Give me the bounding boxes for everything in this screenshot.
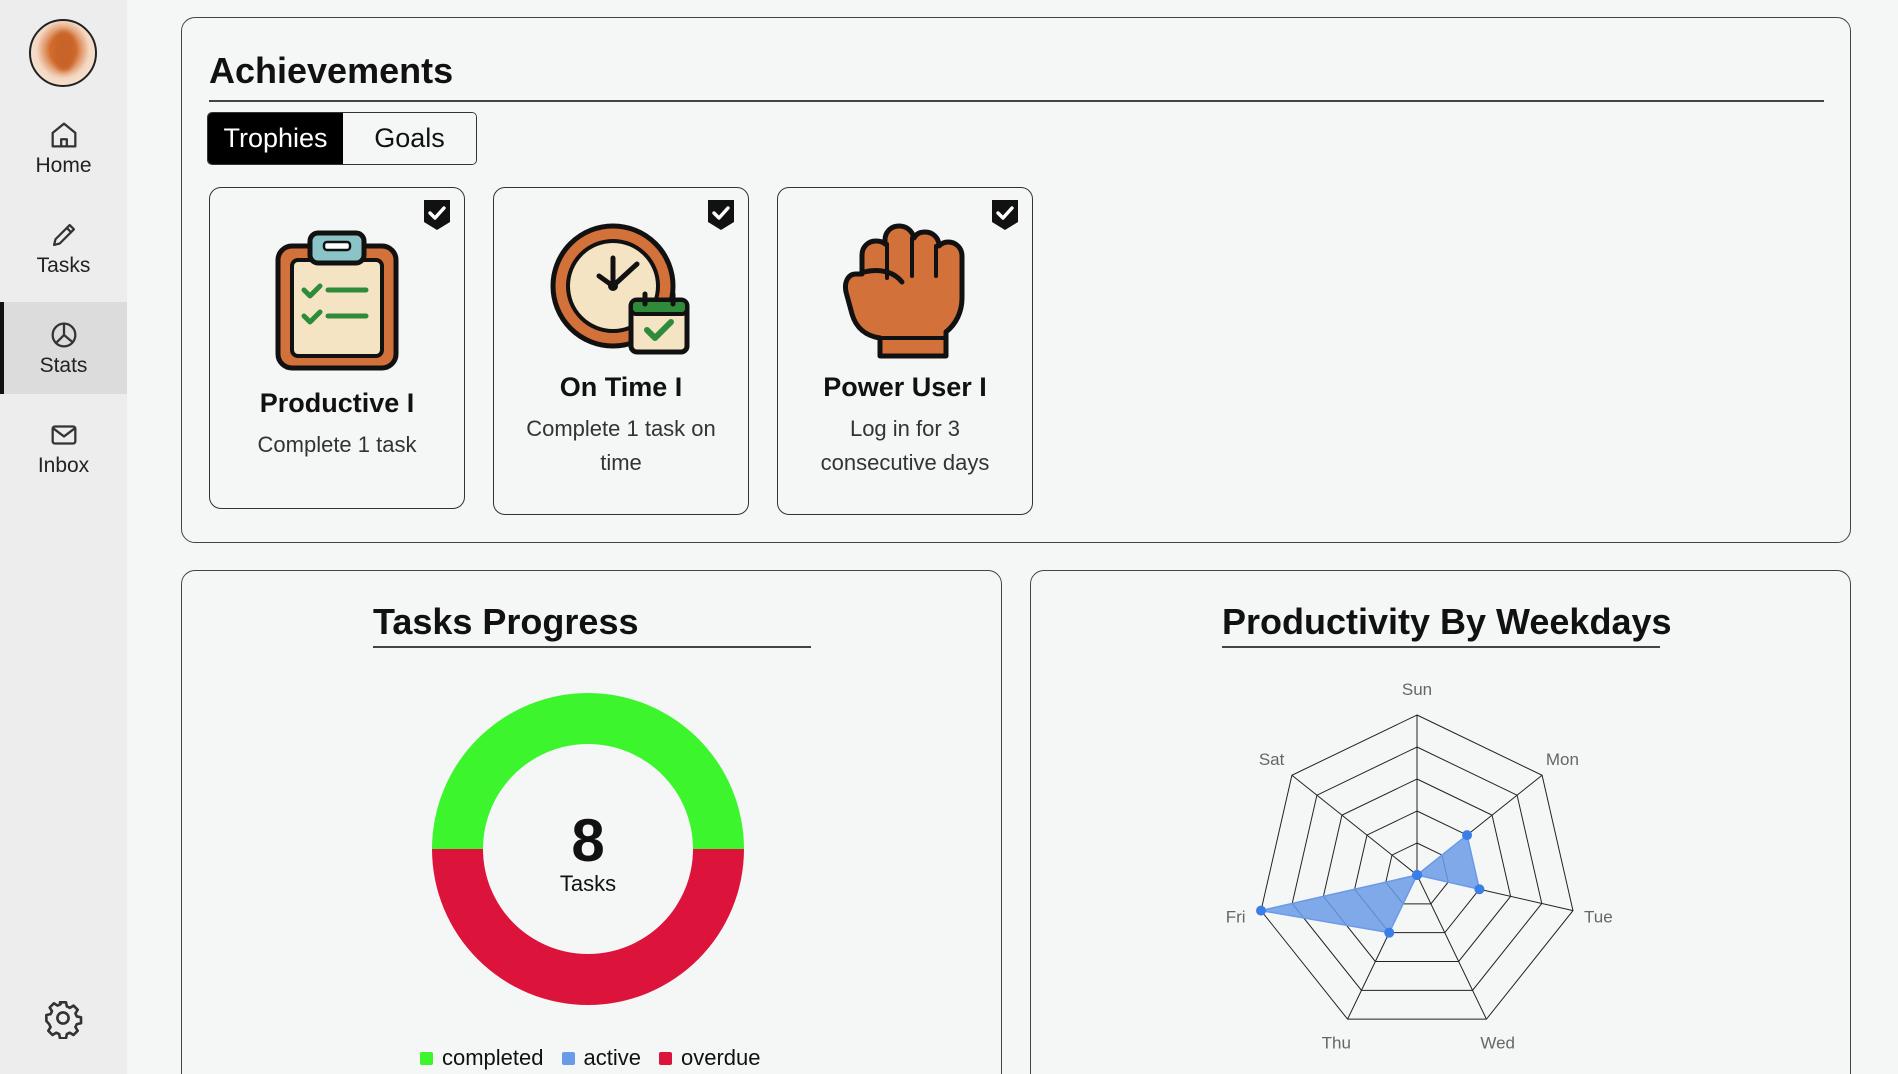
legend-item-overdue[interactable]: overdue — [659, 1045, 761, 1071]
trophy-card-power-user[interactable]: Power User I Log in for 3 consecutive da… — [777, 187, 1033, 515]
radar-point-tue[interactable] — [1474, 884, 1485, 895]
legend-item-completed[interactable]: completed — [420, 1045, 544, 1071]
productivity-radar-chart: Sun Mon Tue Wed Thu Fri Sat — [1226, 680, 1613, 1053]
avatar[interactable] — [29, 19, 97, 87]
legend-swatch — [420, 1051, 433, 1065]
achievements-title: Achievements — [209, 50, 454, 91]
chart-legend: completed active overdue — [420, 1045, 761, 1071]
card-title: On Time I — [559, 372, 683, 402]
radar-point-mon[interactable] — [1462, 830, 1473, 841]
card-description: Complete 1 task — [257, 432, 417, 457]
card-description: Complete 1 task on time — [526, 416, 716, 475]
divider — [209, 100, 1824, 102]
tasks-total: 8 — [571, 807, 605, 874]
productivity-title: Productivity By Weekdays — [1222, 601, 1672, 642]
pie-chart-icon — [51, 322, 76, 348]
home-icon — [51, 122, 76, 148]
sidebar-item-inbox[interactable]: Inbox — [0, 402, 127, 494]
check-badge-icon — [992, 200, 1018, 230]
sidebar: Home Tasks Stats Inbox — [0, 0, 127, 1074]
sidebar-item-label: Tasks — [36, 254, 91, 277]
fist-icon — [843, 223, 965, 359]
tasks-progress-title: Tasks Progress — [373, 601, 639, 642]
radar-axis-label: Sun — [1402, 680, 1432, 699]
trophy-card-on-time[interactable]: On Time I Complete 1 task on time — [493, 187, 749, 515]
divider — [373, 646, 811, 648]
check-badge-icon — [424, 200, 450, 230]
sidebar-item-home[interactable]: Home — [0, 102, 127, 194]
mail-icon — [51, 425, 76, 445]
radar-spoke — [1291, 774, 1418, 876]
pencil-icon — [52, 223, 75, 247]
radar-axis-label: Thu — [1322, 1034, 1351, 1053]
radar-point-sat[interactable] — [1412, 870, 1422, 880]
radar-point-fri[interactable] — [1256, 905, 1267, 916]
divider — [1222, 646, 1660, 648]
card-title: Power User I — [823, 372, 987, 402]
legend-swatch — [561, 1051, 575, 1065]
clipboard-checklist-icon — [275, 230, 399, 371]
radar-point-thu[interactable] — [1384, 927, 1395, 938]
card-description: Log in for 3 consecutive days — [820, 416, 990, 475]
radar-axis-label: Wed — [1480, 1034, 1515, 1053]
productivity-panel: Productivity By Weekdays Sun Mon Tue Wed Thu… — [1030, 570, 1851, 1074]
sidebar-item-label: Home — [35, 154, 92, 177]
radar-axis-label: Tue — [1584, 907, 1613, 926]
legend-item-active[interactable]: active — [561, 1045, 641, 1071]
card-title: Productive I — [259, 388, 415, 418]
legend-label: overdue — [681, 1045, 761, 1070]
tasks-progress-panel: Tasks Progress 8 Tasks completed active … — [181, 570, 1002, 1074]
trophy-card-productive[interactable]: Productive I Complete 1 task — [209, 187, 465, 509]
gear-icon[interactable] — [42, 997, 84, 1039]
legend-label: active — [583, 1045, 641, 1070]
tab-goals[interactable]: Goals — [343, 113, 476, 164]
legend-label: completed — [442, 1045, 544, 1070]
tab-trophies[interactable]: Trophies — [208, 113, 343, 164]
check-badge-icon — [708, 200, 734, 230]
sidebar-item-label: Inbox — [37, 454, 90, 477]
radar-axis-label: Sat — [1259, 750, 1285, 769]
sidebar-item-stats[interactable]: Stats — [0, 302, 127, 394]
legend-swatch — [659, 1051, 672, 1065]
radar-spoke — [1416, 874, 1487, 1020]
sidebar-item-label: Stats — [39, 354, 88, 377]
radar-axis-label: Mon — [1546, 750, 1579, 769]
radar-axis-label: Fri — [1226, 907, 1246, 926]
tasks-total-label: Tasks — [559, 871, 617, 896]
sidebar-item-tasks[interactable]: Tasks — [0, 202, 127, 294]
achievements-panel: Achievements Trophies Goals Productive I… — [181, 17, 1851, 543]
clock-calendar-icon — [550, 223, 690, 355]
achievements-tabs: Trophies Goals — [207, 112, 477, 165]
